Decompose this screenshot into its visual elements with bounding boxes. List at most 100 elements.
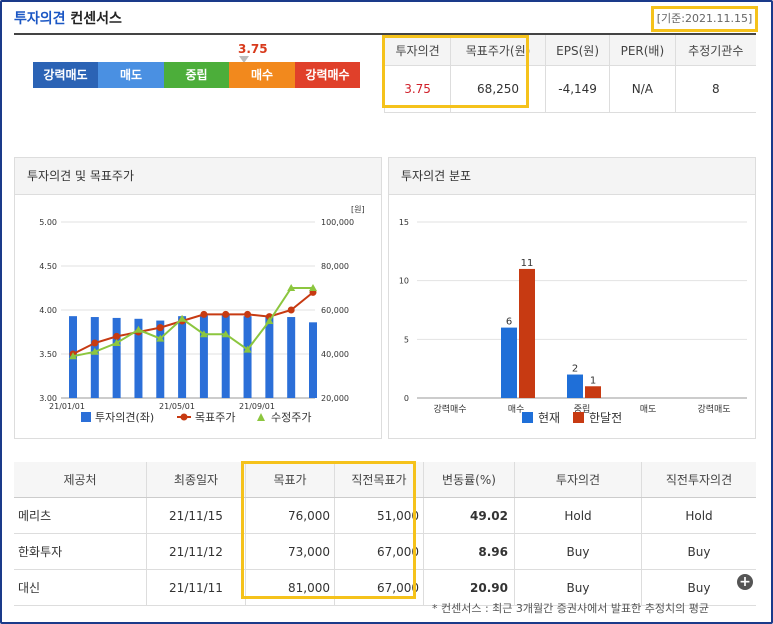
detail-header: 변동률(%) [423,462,515,498]
cell-change: 8.96 [423,533,515,570]
title-highlight: 투자의견 [14,11,66,27]
x-tick-label: 매수 [508,404,525,415]
y-right-tick-label: 60,000 [321,306,349,315]
opinion-target-chart: 5.004.504.003.503.00100,00080,00060,0004… [39,205,365,424]
y-right-tick-label: 20,000 [321,394,349,403]
summary-eps-value: -4,149 [544,65,610,113]
opinion-distribution-chart-panel: 투자의견 분포 15 10 5 0 강력매수 매수 6 11 중립 2 1 매도 강력매도 현재 한달전 [388,157,756,439]
y-right-tick-label: 100,000 [321,218,354,227]
summary-header: 추정기관수 [674,35,756,66]
opinion-distribution-chart: 151050강력매수 매수611중립21매도 강력매도현재 한달전 [399,218,747,425]
opinion-bar [221,314,230,398]
target-price-point [91,339,99,347]
adjusted-price-line [72,287,313,358]
scale-hold: 중립 [164,62,229,88]
y-left-tick-label: 3.50 [39,350,57,359]
cell-date: 21/11/11 [146,569,246,606]
scale-strong-buy: 강력매수 [295,62,360,88]
opinion-bar [112,317,121,398]
opinion-bar [265,316,274,398]
detail-header: 최종일자 [146,462,246,498]
y-tick-label: 15 [399,218,409,227]
cell-provider: 대신 [14,569,147,606]
x-tick-label: 매도 [640,404,657,415]
y-tick-label: 5 [404,335,409,344]
highlight-box-summary [382,35,529,108]
x-tick-label: 강력매도 [697,403,730,415]
cell-opinion: Hold [514,497,642,534]
target-price-line [72,291,314,355]
legend-label: 한달전 [589,411,622,425]
target-price-point [200,310,208,318]
y-right-tick-label: 40,000 [321,350,349,359]
summary-header: PER(배) [609,35,676,66]
legend-swatch [257,413,265,421]
opinion-bar [287,317,296,398]
x-tick-label: 21/05/01 [159,402,195,411]
distribution-bar [519,268,535,398]
cell-provider: 메리츠 [14,497,147,534]
summary-header: EPS(원) [544,35,610,66]
y-tick-label: 10 [399,277,409,286]
legend-label: 현재 [538,411,560,425]
legend-label: 투자의견(좌) [95,411,154,424]
target-price-point [222,310,230,318]
opinion-target-chart-panel: 투자의견 및 목표주가 5.00 4.50 4.00 3.50 3.00 100,000 8… [14,157,382,439]
target-price-point [287,306,295,314]
y-tick-label: 0 [404,394,409,403]
x-tick-label: 강력매수 [433,403,466,415]
legend-label: 수정주가 [271,411,311,424]
legend-swatch [573,412,584,423]
opinion-scale: 강력매도 매도 중립 매수 강력매수 [33,62,360,88]
opinion-bar [199,315,208,398]
y-right-unit: [원] [351,205,365,214]
opinion-bar [90,317,99,398]
detail-header: 직전투자의견 [641,462,756,498]
legend-label: 목표주가 [195,411,235,424]
distribution-bar [501,327,517,398]
x-tick-label: 21/09/01 [239,402,275,411]
legend-swatch [180,413,188,421]
scale-strong-sell: 강력매도 [33,62,98,88]
page-title: 투자의견 컨센서스 [14,8,122,28]
highlight-box-targets [241,461,416,599]
detail-header: 제공처 [14,462,147,498]
panel-title: 투자의견 및 목표주가 [15,158,381,195]
summary-count-value: 8 [674,65,756,113]
detail-header: 투자의견 [514,462,642,498]
opinion-bar [309,322,317,398]
cell-change: 49.02 [423,497,515,534]
opinion-bar [243,316,252,398]
distribution-bar [567,374,583,398]
summary-per-value: N/A [609,65,676,113]
bar-data-label: 2 [572,364,578,375]
opinion-marker-value: 3.75 [238,42,268,56]
cell-date: 21/11/15 [146,497,246,534]
panel-title: 투자의견 분포 [389,158,755,195]
bar-data-label: 1 [590,375,596,386]
scale-sell: 매도 [98,62,164,88]
target-price-point [156,324,164,332]
cell-opinion: Buy [514,533,642,570]
cell-prev-opinion: Buy [641,533,756,570]
reference-date: [기준:2021.11.15] [651,6,758,32]
bar-data-label: 11 [521,258,534,269]
title-rest: 컨센서스 [70,11,122,27]
opinion-bar [178,316,187,398]
legend-swatch [522,412,533,423]
cell-prev-opinion: Hold [641,497,756,534]
target-price-point [244,310,252,318]
opinion-bar [156,320,165,398]
x-tick-label: 21/01/01 [49,402,85,411]
footnote: * 컨센서스 : 최근 3개월간 증권사에서 발표한 추정치의 평균 [432,602,709,615]
y-left-tick-label: 4.00 [39,306,57,315]
more-plus-icon[interactable]: + [737,574,753,590]
cell-provider: 한화투자 [14,533,147,570]
y-left-tick-label: 5.00 [39,218,57,227]
target-price-point [113,332,121,340]
y-left-tick-label: 4.50 [39,262,57,271]
y-right-tick-label: 80,000 [321,262,349,271]
scale-buy: 매수 [229,62,295,88]
distribution-bar [585,386,601,398]
bar-data-label: 6 [506,317,512,328]
